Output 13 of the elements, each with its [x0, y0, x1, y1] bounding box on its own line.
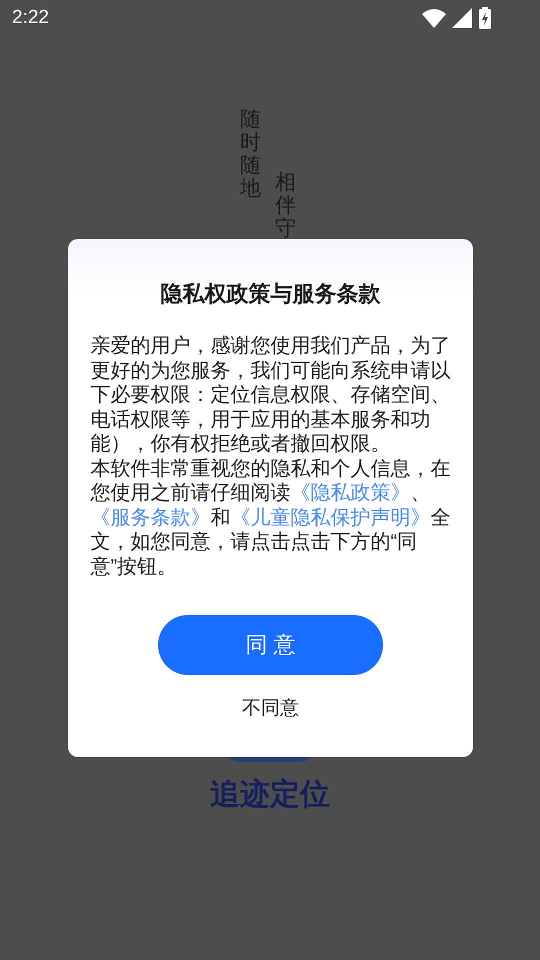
dialog-paragraph: 本软件非常重视您的隐私和个人信息，在您使用之前请仔细阅读《隐私政策》、 《服务条款》和《儿童隐私保护声明》全文，如您同意，请点击点击下方的“同意”按钮。 — [90, 456, 450, 579]
agree-button[interactable]: 同 意 — [158, 614, 383, 674]
wifi-icon — [422, 8, 446, 28]
policy-link[interactable]: 《隐私政策》 — [290, 482, 410, 504]
policy-link[interactable]: 《儿童隐私保护声明》 — [230, 506, 430, 528]
decline-button[interactable]: 不同意 — [242, 694, 299, 723]
dialog-title: 隐私权政策与服务条款 — [160, 280, 380, 308]
status-time: 2:22 — [12, 6, 49, 30]
app-title: 追迹定位 — [209, 777, 331, 813]
signal-icon — [452, 8, 472, 28]
battery-icon — [478, 7, 492, 29]
policy-link[interactable]: 《服务条款》 — [90, 506, 210, 528]
dialog-paragraph: 亲爱的用户，感谢您使用我们产品，为了更好的为您服务，我们可能向系统申请以下必要权限：定位信息权限、存储空间、电话权限等，用于应用的基本服务和功能），你有权拒绝或者撤回权限。 — [90, 334, 450, 456]
